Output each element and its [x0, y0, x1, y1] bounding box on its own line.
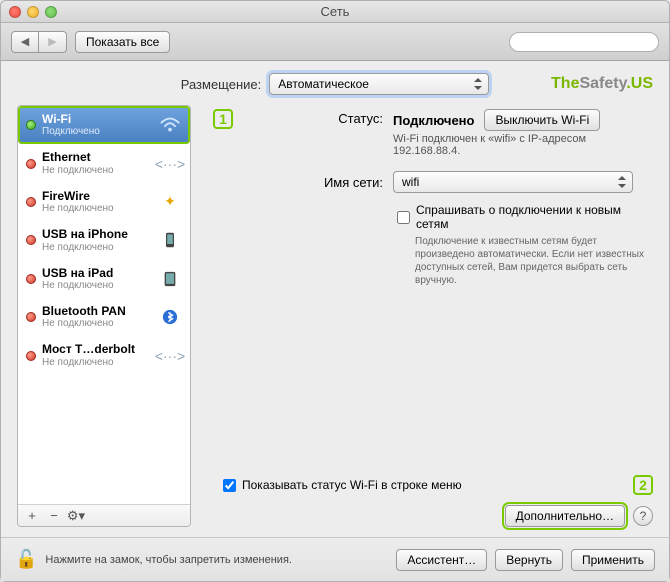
sidebar-item-label: Ethernet	[42, 150, 152, 164]
revert-button[interactable]: Вернуть	[495, 549, 563, 571]
sidebar-item-ethernet[interactable]: Ethernet Не подключено <···>	[18, 144, 190, 182]
location-dropdown[interactable]: Автоматическое	[269, 73, 489, 95]
location-row: Размещение: Автоматическое TheSafety.US	[17, 73, 653, 95]
sidebar-item-label: USB на iPad	[42, 266, 152, 280]
ask-join-hint: Подключение к известным сетям будет прои…	[415, 235, 653, 287]
sidebar-item-firewire[interactable]: FireWire Не подключено ✦	[18, 183, 190, 221]
iphone-icon	[158, 231, 182, 249]
toolbar: ◀ ▶ Показать все	[1, 23, 669, 61]
show-status-checkbox[interactable]	[223, 479, 236, 492]
sidebar-item-thunderbolt[interactable]: Мост T…derbolt Не подключено <···>	[18, 336, 190, 374]
sidebar-item-status: Не подключено	[42, 280, 152, 292]
actions-menu-button[interactable]: ⚙▾	[66, 507, 86, 525]
network-row: Имя сети: wifi	[253, 171, 653, 193]
network-label: Имя сети:	[253, 175, 383, 190]
wifi-icon	[158, 116, 182, 134]
bluetooth-icon	[158, 308, 182, 326]
zoom-icon[interactable]	[45, 6, 57, 18]
ipad-icon	[158, 270, 182, 288]
status-description: Wi-Fi подключен к «wifi» с IP-адресом 19…	[393, 133, 593, 157]
network-dropdown[interactable]: wifi	[393, 171, 633, 193]
footer: 🔓 Нажмите на замок, чтобы запретить изме…	[1, 537, 669, 581]
show-status-label: Показывать статус Wi-Fi в строке меню	[242, 478, 462, 492]
assistant-button[interactable]: Ассистент…	[396, 549, 487, 571]
sidebar-item-status: Не подключено	[42, 203, 152, 215]
firewire-icon: ✦	[158, 193, 182, 211]
status-dot-icon	[26, 351, 36, 361]
sidebar-item-bluetooth[interactable]: Bluetooth PAN Не подключено	[18, 298, 190, 336]
status-dot-icon	[26, 235, 36, 245]
search-wrap	[509, 32, 659, 52]
status-dot-icon	[26, 159, 36, 169]
status-dot-icon	[26, 274, 36, 284]
content: Размещение: Автоматическое TheSafety.US …	[1, 61, 669, 537]
status-value: Подключено	[393, 113, 474, 128]
show-status-row: Показывать статус Wi-Fi в строке меню 2	[223, 475, 653, 495]
status-dot-icon	[26, 312, 36, 322]
search-input[interactable]	[509, 32, 659, 52]
sidebar-item-label: Wi-Fi	[42, 112, 152, 126]
ethernet-icon: <···>	[158, 155, 182, 173]
sidebar-item-label: FireWire	[42, 189, 152, 203]
main-panel: Wi-Fi Подключено Ethernet Не подключено …	[17, 105, 653, 527]
step-badge-2: 2	[633, 475, 653, 495]
remove-service-button[interactable]: −	[44, 507, 64, 525]
ask-join-label: Спрашивать о подключении к новым сетям	[416, 203, 653, 231]
lock-icon[interactable]: 🔓	[15, 549, 37, 570]
close-icon[interactable]	[9, 6, 21, 18]
traffic-lights	[1, 6, 57, 18]
prefs-window: Сеть ◀ ▶ Показать все Размещение: Автома…	[0, 0, 670, 582]
forward-button[interactable]: ▶	[39, 31, 67, 53]
sidebar-item-status: Не подключено	[42, 242, 152, 254]
sidebar-item-status: Не подключено	[42, 357, 152, 369]
advanced-row: Дополнительно… ?	[213, 505, 653, 527]
sidebar-item-status: Не подключено	[42, 165, 152, 177]
help-button[interactable]: ?	[633, 506, 653, 526]
sidebar-footer: + − ⚙▾	[18, 504, 190, 526]
sidebar-item-label: USB на iPhone	[42, 227, 152, 241]
brand-logo: TheSafety.US	[551, 75, 653, 93]
sidebar-item-usb-ipad[interactable]: USB на iPad Не подключено	[18, 260, 190, 298]
network-value: wifi	[402, 175, 419, 189]
ask-join-row: Спрашивать о подключении к новым сетям	[397, 203, 653, 231]
status-label: Статус:	[253, 109, 383, 126]
sidebar-item-status: Не подключено	[42, 318, 152, 330]
thunderbolt-bridge-icon: <···>	[158, 347, 182, 365]
advanced-button[interactable]: Дополнительно…	[505, 505, 625, 527]
back-button[interactable]: ◀	[11, 31, 39, 53]
nav-buttons: ◀ ▶	[11, 31, 67, 53]
sidebar: Wi-Fi Подключено Ethernet Не подключено …	[17, 105, 191, 527]
step-badge-1: 1	[213, 109, 233, 129]
ask-join-checkbox[interactable]	[397, 204, 410, 231]
window-title: Сеть	[1, 4, 669, 19]
detail-bottom: Показывать статус Wi-Fi в строке меню 2 …	[213, 475, 653, 527]
sidebar-item-wifi[interactable]: Wi-Fi Подключено	[18, 106, 190, 144]
show-all-button[interactable]: Показать все	[75, 31, 170, 53]
titlebar: Сеть	[1, 1, 669, 23]
lock-text: Нажмите на замок, чтобы запретить измене…	[45, 554, 388, 566]
detail-panel: 1 Статус: Подключено Выключить Wi-Fi Wi-…	[203, 105, 653, 527]
minimize-icon[interactable]	[27, 6, 39, 18]
sidebar-item-label: Bluetooth PAN	[42, 304, 152, 318]
status-dot-icon	[26, 197, 36, 207]
status-dot-icon	[26, 120, 36, 130]
location-label: Размещение:	[181, 77, 262, 92]
sidebar-item-label: Мост T…derbolt	[42, 342, 152, 356]
sidebar-item-usb-iphone[interactable]: USB на iPhone Не подключено	[18, 221, 190, 259]
status-row: Статус: Подключено Выключить Wi-Fi Wi-Fi…	[253, 109, 653, 157]
apply-button[interactable]: Применить	[571, 549, 655, 571]
toggle-wifi-button[interactable]: Выключить Wi-Fi	[484, 109, 600, 131]
add-service-button[interactable]: +	[22, 507, 42, 525]
location-value: Автоматическое	[278, 77, 369, 91]
sidebar-list: Wi-Fi Подключено Ethernet Не подключено …	[18, 106, 190, 504]
sidebar-item-status: Подключено	[42, 126, 152, 138]
